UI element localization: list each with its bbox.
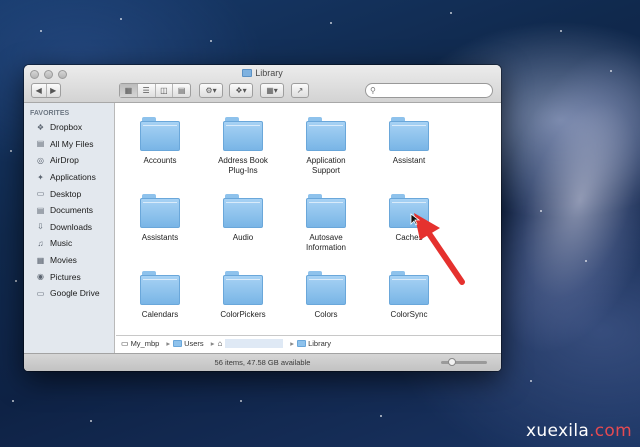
watermark: xuexila.com <box>526 421 632 441</box>
red-arrow-annotation <box>414 213 465 285</box>
watermark-domain: .com <box>589 421 632 441</box>
mouse-pointer-icon <box>410 213 420 226</box>
watermark-name: xuexila <box>526 421 590 441</box>
